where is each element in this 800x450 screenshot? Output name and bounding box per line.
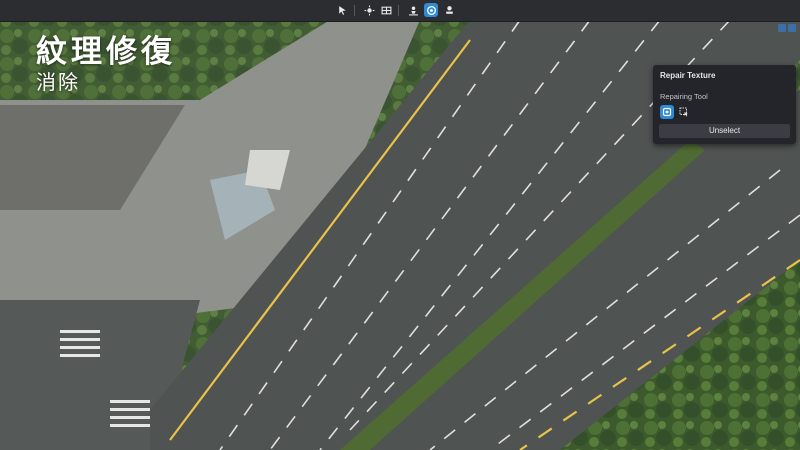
cursor-arrow-icon[interactable]	[335, 3, 349, 17]
toolbar-divider	[398, 5, 399, 16]
grid-layer-icon[interactable]	[379, 3, 393, 17]
repair-texture-panel: Repair Texture Repairing Tool Unselect	[653, 65, 796, 144]
select-area-icon[interactable]	[677, 105, 691, 119]
repairing-tool-label: Repairing Tool	[660, 92, 708, 101]
repair-brush-icon[interactable]	[660, 105, 674, 119]
person-pin-icon[interactable]	[406, 3, 420, 17]
unselect-button[interactable]: Unselect	[659, 124, 790, 138]
sun-light-icon[interactable]	[362, 3, 376, 17]
caption-subtitle: 消除	[36, 70, 80, 94]
texture-repair-icon[interactable]	[424, 3, 438, 17]
toolbar-divider	[354, 5, 355, 16]
settings-icon[interactable]	[788, 24, 796, 32]
layer-toggle-icon[interactable]	[778, 24, 786, 32]
stamp-icon[interactable]	[442, 3, 456, 17]
caption-title: 紋理修復	[36, 34, 176, 70]
top-toolbar	[0, 0, 800, 22]
panel-title: Repair Texture	[660, 71, 716, 80]
